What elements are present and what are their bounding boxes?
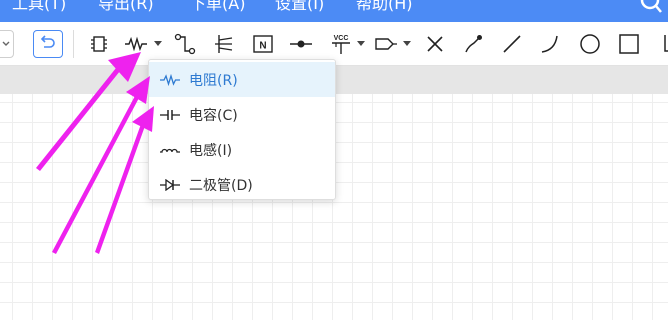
arc-icon[interactable] — [537, 31, 563, 57]
component-dropdown: 电阻(R) 电容(C) 电感(I) 二极管(D) — [148, 59, 336, 200]
circle-icon[interactable] — [577, 31, 603, 57]
probe-icon[interactable] — [461, 31, 487, 57]
undo-button[interactable] — [33, 30, 63, 58]
resistor-icon — [159, 73, 181, 87]
svg-text:VCC: VCC — [334, 35, 349, 42]
rectangle-icon[interactable] — [616, 31, 642, 57]
dropdown-label: 电感(I) — [189, 142, 233, 159]
dropdown-item-inductor[interactable]: 电感(I) — [149, 132, 335, 167]
polyline-icon[interactable] — [653, 31, 668, 57]
line-icon[interactable] — [499, 31, 525, 57]
dropdown-item-capacitor[interactable]: 电容(C) — [149, 97, 335, 132]
menu-help[interactable]: 帮助(H) — [356, 0, 413, 15]
diode-icon — [159, 178, 181, 192]
chip-icon[interactable] — [86, 31, 112, 57]
vcc-icon[interactable]: VCC — [328, 31, 354, 57]
menu-tools[interactable]: 工具(T) — [12, 0, 66, 15]
undo-icon — [39, 33, 57, 55]
inductor-icon — [159, 143, 181, 157]
menu-bar: 工具(T) 导出(R) 下单(A) 设置(I) 帮助(H) — [0, 0, 668, 22]
search-icon[interactable] — [640, 0, 662, 20]
netlabel-icon[interactable]: N — [250, 31, 276, 57]
junction-icon[interactable] — [288, 31, 314, 57]
wire-icon[interactable] — [172, 31, 198, 57]
capacitor-icon — [159, 108, 181, 122]
dropdown-label: 电阻(R) — [189, 72, 238, 89]
dropdown-item-diode[interactable]: 二极管(D) — [149, 167, 335, 202]
transistor-icon[interactable] — [211, 31, 237, 57]
dropdown-label: 电容(C) — [189, 107, 238, 124]
dropdown-label: 二极管(D) — [189, 177, 253, 194]
menu-order[interactable]: 下单(A) — [190, 0, 245, 15]
menu-settings[interactable]: 设置(I) — [275, 0, 324, 15]
vcc-dropdown-caret[interactable] — [357, 41, 365, 46]
select-fragment[interactable] — [0, 30, 14, 58]
dropdown-item-resistor[interactable]: 电阻(R) — [149, 62, 335, 97]
toolbar-divider — [73, 30, 74, 58]
resistor-icon[interactable] — [123, 31, 149, 57]
menu-export[interactable]: 导出(R) — [98, 0, 154, 15]
no-connect-icon[interactable] — [422, 31, 448, 57]
svg-text:N: N — [259, 41, 266, 52]
port-icon[interactable] — [373, 31, 399, 57]
port-dropdown-caret[interactable] — [403, 41, 411, 46]
resistor-dropdown-caret[interactable] — [154, 41, 162, 46]
